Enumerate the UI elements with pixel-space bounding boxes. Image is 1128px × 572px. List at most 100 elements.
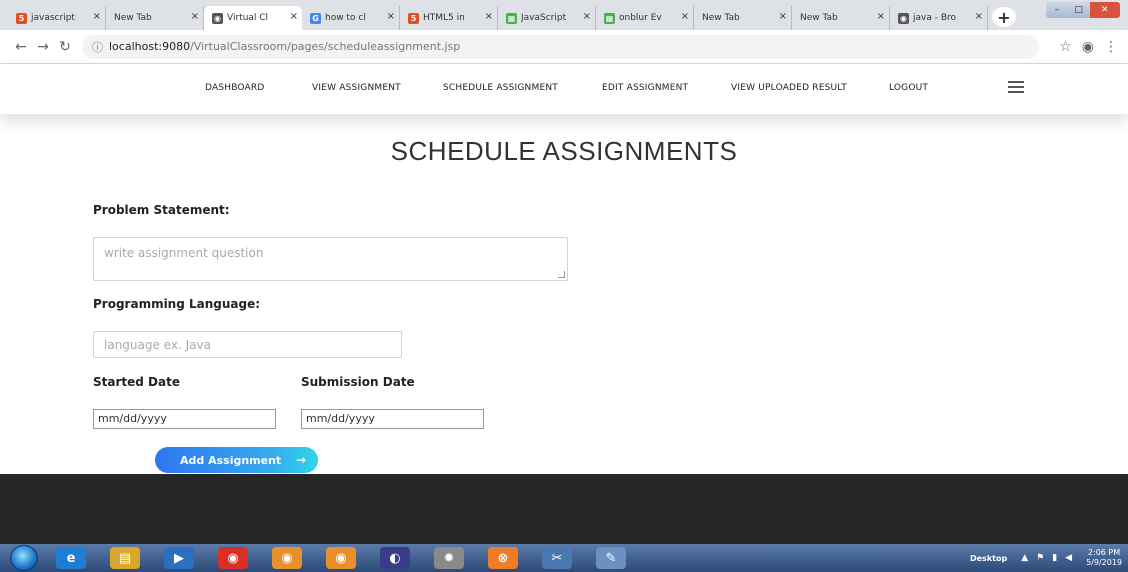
close-tab-icon[interactable]: × [583,11,591,22]
maximize-button[interactable]: □ [1068,2,1090,18]
chrome-dev-icon[interactable]: ◉ [326,547,356,569]
arrow-right-icon: → [295,453,306,467]
menu-kebab-icon[interactable]: ⋮ [1104,39,1118,55]
problem-statement-textarea[interactable]: write assignment question [93,237,568,281]
chrome-canary-icon[interactable]: ◉ [272,547,302,569]
tab-title: how to cl [325,13,366,23]
w3schools-icon: ▦ [506,12,517,24]
flag-icon[interactable]: ⚑ [1036,553,1044,563]
nav-dashboard[interactable]: DASHBOARD [205,83,265,93]
page-title: SCHEDULE ASSIGNMENTS [390,136,738,166]
desktop-toolbar-label[interactable]: Desktop [970,554,1007,563]
browser-tab[interactable]: ▦ onblur Ev × [596,6,694,30]
screen: 5 javascript × New Tab × ◉ Virtual Cl × Ghow to … [0,0,1128,572]
close-tab-icon[interactable]: × [485,11,493,22]
tab-title: JavaScript [521,13,567,23]
close-tab-icon[interactable]: × [387,11,395,22]
google-icon: G [310,12,321,24]
nav-edit-assignment[interactable]: EDIT ASSIGNMENT [602,83,688,93]
back-arrow-icon[interactable]: ← [10,39,32,55]
tab-title: New Tab [114,13,152,23]
w3schools-icon: ▦ [604,12,615,24]
browser-tab[interactable]: New Tab × [792,6,890,30]
stackoverflow-icon: ◉ [898,12,909,24]
xampp-icon[interactable]: ⊗ [488,547,518,569]
profile-icon[interactable]: ◉ [1082,39,1094,55]
close-tab-icon[interactable]: × [93,11,101,22]
reload-icon[interactable]: ↻ [54,39,76,55]
bookmark-star-icon[interactable]: ☆ [1059,39,1072,55]
eclipse-icon[interactable]: ◐ [380,547,410,569]
programming-language-input[interactable]: language ex. Java [93,331,402,358]
browser-tab[interactable]: New Tab × [106,6,204,30]
nav-schedule-assignment[interactable]: SCHEDULE ASSIGNMENT [443,83,558,93]
show-hidden-icons-icon[interactable]: ▲ [1021,553,1028,563]
new-tab-button[interactable]: + [992,7,1016,27]
browser-tab[interactable]: 5 HTML5 in × [400,6,498,30]
started-date-label: Started Date [93,375,180,389]
problem-statement-label: Problem Statement: [93,203,230,217]
tab-title: onblur Ev [619,13,662,23]
site-navbar: DASHBOARD VIEW ASSIGNMENT SCHEDULE ASSIG… [0,64,1128,114]
browser-tab[interactable]: ▦ JavaScript × [498,6,596,30]
url-input[interactable]: ⓘ localhost:9080/VirtualClassroom/pages/… [82,34,1040,59]
browser-tab[interactable]: Ghow to cl × [302,6,400,30]
network-icon[interactable]: ▮ [1052,553,1057,563]
html5-icon: 5 [16,12,27,24]
media-player-icon[interactable]: ▶ [164,547,194,569]
browser-tab[interactable]: ◉ Virtual Cl × [204,6,302,30]
clock-time: 2:06 PM [1087,548,1121,557]
paint-icon[interactable]: ✎ [596,547,626,569]
tab-title: java - Bro [913,13,957,23]
submission-date-label: Submission Date [301,375,415,389]
forward-arrow-icon[interactable]: → [32,39,54,55]
clock[interactable]: 2:06 PM 5/9/2019 [1086,548,1122,568]
html5-icon: 5 [408,12,419,24]
started-date-input[interactable]: mm/dd/yyyy [93,409,276,429]
programming-language-label: Programming Language: [93,297,261,311]
system-tray: Desktop ▲ ⚑ ▮ ◀ 2:06 PM 5/9/2019 [970,544,1122,572]
close-tab-icon[interactable]: × [779,11,787,22]
add-assignment-button[interactable]: Add Assignment → [155,447,318,473]
browser-tab[interactable]: 5 javascript × [8,6,106,30]
address-bar: ← → ↻ ⓘ localhost:9080/VirtualClassroom/… [0,30,1128,64]
close-tab-icon[interactable]: × [681,11,689,22]
close-window-button[interactable]: ✕ [1089,2,1120,18]
window-controls: – □ ✕ [1046,2,1120,18]
info-icon[interactable]: ⓘ [92,39,103,55]
clock-date: 5/9/2019 [1086,558,1122,567]
close-tab-icon[interactable]: × [975,11,983,22]
resize-handle-icon[interactable] [558,271,565,278]
nav-view-assignment[interactable]: VIEW ASSIGNMENT [312,83,401,93]
page-footer [0,474,1128,544]
volume-icon[interactable]: ◀ [1065,553,1072,563]
submission-date-input[interactable]: mm/dd/yyyy [301,409,484,429]
browser-tab-strip: 5 javascript × New Tab × ◉ Virtual Cl × Ghow to … [0,0,1128,30]
settings-gear-icon[interactable]: ✹ [434,547,464,569]
globe-icon: ◉ [212,12,223,24]
url-host: localhost:9080 [109,40,191,53]
browser-tab[interactable]: ◉ java - Bro × [890,6,988,30]
start-button-icon[interactable] [10,545,38,571]
chrome-icon[interactable]: ◉ [218,547,248,569]
url-path: /VirtualClassroom/pages/scheduleassignme… [190,40,461,53]
file-explorer-icon[interactable]: ▤ [110,547,140,569]
tab-title: New Tab [702,13,740,23]
close-tab-icon[interactable]: × [290,11,298,22]
tab-title: HTML5 in [423,13,465,23]
tab-title: javascript [31,13,75,23]
ie-icon[interactable]: e [56,547,86,569]
snipping-tool-icon[interactable]: ✂ [542,547,572,569]
minimize-button[interactable]: – [1046,2,1068,18]
programming-language-placeholder: language ex. Java [104,338,211,352]
close-tab-icon[interactable]: × [191,11,199,22]
problem-statement-placeholder: write assignment question [104,246,264,260]
nav-view-uploaded-result[interactable]: VIEW UPLOADED RESULT [731,83,847,93]
nav-logout[interactable]: LOGOUT [889,83,928,93]
add-assignment-label: Add Assignment [180,453,282,467]
hamburger-menu-icon[interactable] [1008,81,1024,93]
browser-tab[interactable]: New Tab × [694,6,792,30]
close-tab-icon[interactable]: × [877,11,885,22]
tab-title: Virtual Cl [227,13,269,23]
windows-taskbar: e ▤ ▶ ◉ ◉ ◉ ◐ ✹ ⊗ ✂ ✎ Desktop ▲ ⚑ ▮ ◀ 2:06 PM 5/9/… [0,544,1128,572]
